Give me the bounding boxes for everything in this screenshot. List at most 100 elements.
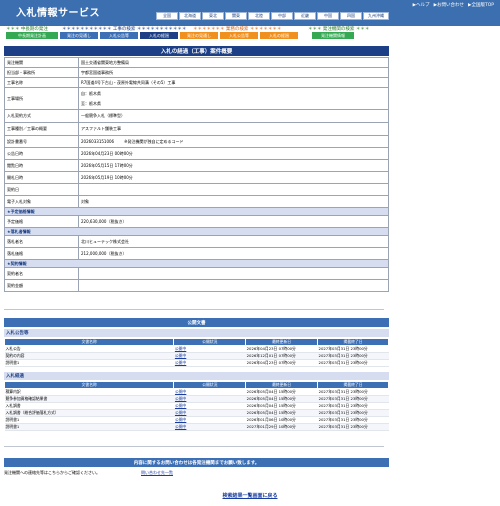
docs-group-notices-title: 入札公告等 — [4, 329, 389, 337]
tab-service-notices[interactable]: 入札公告等 — [220, 32, 258, 39]
col-doc-name: 文書名称 — [3, 381, 175, 389]
table-row: 発注機関 国土交通省関東地方整備局 — [4, 57, 389, 68]
region-chugoku[interactable]: 中国 — [317, 12, 339, 20]
region-hokkaido[interactable]: 北海道 — [179, 12, 201, 20]
table-row: 落札価格 212,000,000（税抜き） — [4, 247, 389, 260]
doc-status-link[interactable]: 公開中 — [173, 395, 246, 403]
row-value: 2026033151006 ※発注機関が独自に定めるコード — [78, 135, 389, 148]
row-key: 契約者名 — [4, 267, 79, 280]
utility-links: ▶ヘルプ ▶お問い合わせ ▶全国版TOP — [413, 2, 494, 8]
row-value — [78, 279, 389, 292]
doc-status-link[interactable]: 公開中 — [173, 402, 246, 410]
help-link[interactable]: ▶ヘルプ — [413, 2, 430, 8]
row-key: 契約金額 — [4, 279, 79, 292]
row-value: 2026年04月23日 00時00分 — [78, 147, 389, 160]
doc-status-link[interactable]: 公開中 — [173, 345, 246, 353]
doc-end: 2027年03月31日 23時00分 — [317, 423, 389, 431]
doc-updated: 2026年04月23日 07時00分 — [245, 359, 318, 367]
tab-service-results[interactable]: 入札の経過 — [260, 32, 298, 39]
table-row: 担当部・事務所 宇都宮国道事務所 — [4, 67, 389, 78]
doc-end: 2027年03月31日 23時00分 — [317, 359, 389, 367]
doc-name: 契約の内容 — [4, 352, 174, 360]
col-status: 公開状況 — [173, 338, 247, 346]
table-row: 閲覧日時 2026年05月15日 17時00分 — [4, 159, 389, 172]
doc-status-link[interactable]: 公開中 — [173, 388, 246, 396]
region-kinki[interactable]: 近畿 — [294, 12, 316, 20]
row-key: 開札日時 — [4, 171, 79, 184]
nav-tabs: 中長期発注計画 発注の見通し 入札公告等 入札の経過 発注の見通し 入札公告等 … — [6, 32, 354, 39]
doc-name: 入札調書（総合評価落札方式） — [4, 409, 174, 417]
region-tohoku[interactable]: 東北 — [202, 12, 224, 20]
site-title[interactable]: 入札情報サービス — [16, 4, 100, 19]
public-docs-title: 公開文書 — [4, 318, 389, 327]
docs-table-notices: 文書名称 公開状況 最終更新日 掲載終了日 入札公告 公開中 2026年04月23日… — [3, 338, 389, 367]
doc-status-link[interactable]: 公開中 — [173, 409, 246, 417]
row-key: 落札者名 — [4, 235, 79, 248]
row-key: 電子入札対象 — [4, 195, 79, 208]
col-updated: 最終更新日 — [245, 338, 319, 346]
tab-midlong-plan[interactable]: 中長期発注計画 — [6, 32, 58, 39]
doc-status-link[interactable]: 公開中 — [173, 352, 246, 360]
row-key: 入札契約方式 — [4, 109, 79, 123]
doc-name: 入札調書 — [4, 402, 174, 410]
row-value: 2026年05月15日 17時00分 — [78, 159, 389, 172]
doc-updated: 2026年05月04日 15時00分 — [245, 388, 318, 396]
row-value: R7国道4号下古山・茂原外電線共同溝（その5）工事 — [78, 77, 389, 88]
tab-construction-notices[interactable]: 入札公告等 — [100, 32, 138, 39]
tab-service-outlook[interactable]: 発注の見通し — [180, 32, 218, 39]
contact-link[interactable]: ▶お問い合わせ — [434, 2, 464, 8]
table-row: 工事場所 自：栃木県 至：栃木県 — [4, 87, 389, 110]
region-chubu[interactable]: 中部 — [271, 12, 293, 20]
doc-status-link[interactable]: 公開中 — [173, 423, 246, 431]
tab-construction-outlook[interactable]: 発注の見通し — [60, 32, 98, 39]
doc-name: 説明書1 — [4, 416, 174, 424]
table-row: 落札者名 北川ヒューテック株式会社 — [4, 235, 389, 248]
table-row: 説明書1 公開中 2026年04月23日 07時00分 2027年03月31日 23時… — [4, 359, 389, 367]
table-row: 工事名称 R7国道4号下古山・茂原外電線共同溝（その5）工事 — [4, 77, 389, 88]
back-to-results-link[interactable]: 検索結果一覧画面に戻る — [0, 492, 500, 499]
tab-agency-info[interactable]: 発注機関情報 — [312, 32, 354, 39]
region-hokuriku[interactable]: 北陸 — [248, 12, 270, 20]
region-kanto[interactable]: 関東 — [225, 12, 247, 20]
section-header: ★契約情報 — [4, 259, 389, 268]
row-key: 工事種別／工事の概要 — [4, 122, 79, 136]
site-header: 入札情報サービス ▶ヘルプ ▶お問い合わせ ▶全国版TOP 全国 北海道 東北 … — [0, 0, 500, 26]
national-top-link[interactable]: ▶全国版TOP — [468, 2, 494, 8]
col-end: 掲載終了日 — [317, 338, 389, 346]
row-value: アスファルト舗装工事 — [78, 122, 389, 136]
row-key: 閲覧日時 — [4, 159, 79, 172]
tab-construction-results[interactable]: 入札の経過 — [140, 32, 178, 39]
contact-row: 発注機関への連絡先等はこちらからご確認ください。 問い合わせ先一覧 — [4, 469, 389, 476]
doc-name: 競争参加資格確認結果書 — [4, 395, 174, 403]
table-row: 予定価格 220,630,000（税抜き） — [4, 215, 389, 228]
region-zenkoku[interactable]: 全国 — [156, 12, 178, 20]
doc-name: 説明書1 — [4, 423, 174, 431]
doc-status-link[interactable]: 公開中 — [173, 416, 246, 424]
row-value: 220,630,000（税抜き） — [78, 215, 389, 228]
contact-list-link[interactable]: 問い合わせ先一覧 — [141, 470, 173, 476]
table-row: 契約金額 — [4, 279, 389, 292]
doc-status-link[interactable]: 公開中 — [173, 359, 246, 367]
section-title: ★予定価格情報 — [4, 207, 389, 216]
divider — [4, 309, 384, 310]
table-row: 入札調書（総合評価落札方式） 公開中 2026年05月04日 15時00分 2027年… — [4, 409, 389, 417]
region-shikoku[interactable]: 四国 — [340, 12, 362, 20]
table-row: 入札調書 公開中 2026年05月04日 15時00分 2027年03月31日 23時… — [4, 402, 389, 410]
doc-updated: 2026年01月06日 10時00分 — [245, 416, 318, 424]
doc-name: 入札公告 — [4, 345, 174, 353]
table-row: 契約日 — [4, 183, 389, 196]
doc-updated: 2026年12月01日 07時00分 — [245, 352, 318, 360]
row-key: 落札価格 — [4, 247, 79, 260]
doc-end: 2027年03月31日 23時00分 — [317, 402, 389, 410]
table-row: 設計書番号 2026033151006 ※発注機関が独自に定めるコード — [4, 135, 389, 148]
row-value: 北川ヒューテック株式会社 — [78, 235, 389, 248]
row-key: 契約日 — [4, 183, 79, 196]
doc-updated: 2026年05月04日 15時00分 — [245, 402, 318, 410]
divider — [4, 446, 384, 447]
table-row: 競争参加資格確認結果書 公開中 2026年05月04日 15時00分 2027年03月… — [4, 395, 389, 403]
section-title: ★契約情報 — [4, 259, 389, 268]
design-number: 2026033151006 — [81, 138, 115, 144]
doc-end: 2027年03月31日 23時00分 — [317, 409, 389, 417]
region-kyushu[interactable]: 九州沖縄 — [363, 12, 389, 20]
case-summary-table: 発注機関 国土交通省関東地方整備局 担当部・事務所 宇都宮国道事務所 工事名称 R7国… — [4, 57, 389, 292]
